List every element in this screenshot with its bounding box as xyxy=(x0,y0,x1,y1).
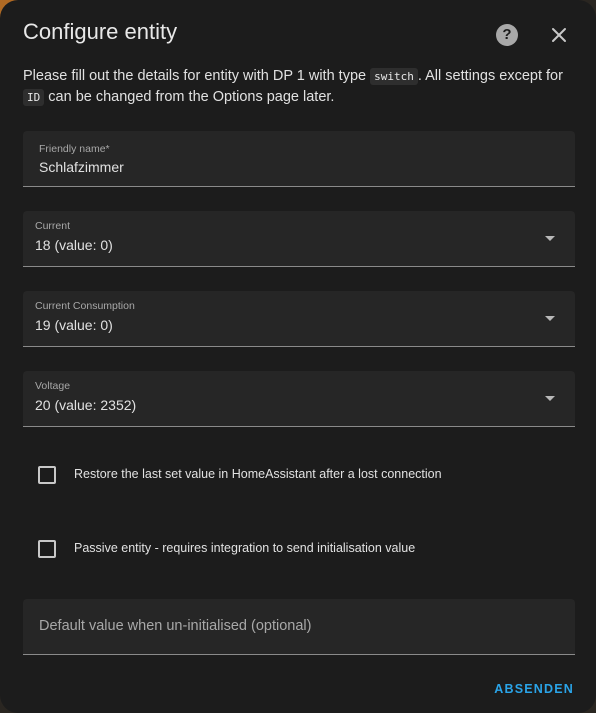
chevron-down-icon xyxy=(545,236,555,241)
current-select[interactable]: Current 18 (value: 0) xyxy=(23,211,575,267)
chevron-down-icon xyxy=(545,316,555,321)
configure-entity-dialog: Configure entity ? Please fill out the d… xyxy=(0,0,596,713)
friendly-name-label: Friendly name* xyxy=(39,143,110,155)
close-icon[interactable] xyxy=(548,24,570,46)
description-text-1: Please fill out the details for entity w… xyxy=(23,68,367,84)
voltage-select[interactable]: Voltage 20 (value: 2352) xyxy=(23,371,575,427)
id-code: ID xyxy=(23,89,45,106)
dialog-title: Configure entity xyxy=(23,19,178,44)
default-value-placeholder: Default value when un-initialised (optio… xyxy=(39,618,312,634)
friendly-name-field[interactable]: Friendly name* Schlafzimmer xyxy=(23,131,575,187)
help-icon[interactable]: ? xyxy=(496,24,518,46)
restore-checkbox[interactable] xyxy=(38,466,56,484)
current-label: Current xyxy=(35,220,71,232)
dialog-description: Please fill out the details for entity w… xyxy=(23,66,578,108)
voltage-value: 20 (value: 2352) xyxy=(35,397,137,413)
submit-button[interactable]: ABSENDEN xyxy=(494,682,574,696)
default-value-input[interactable]: Default value when un-initialised (optio… xyxy=(23,599,575,655)
passive-checkbox[interactable] xyxy=(38,540,56,558)
chevron-down-icon xyxy=(545,396,555,401)
description-text-3: can be changed from the Options page lat… xyxy=(48,89,335,105)
description-text-2: . All settings except for xyxy=(417,68,563,84)
current-value: 18 (value: 0) xyxy=(35,237,113,253)
passive-label: Passive entity - requires integration to… xyxy=(74,541,416,555)
voltage-label: Voltage xyxy=(35,380,71,392)
current-consumption-select[interactable]: Current Consumption 19 (value: 0) xyxy=(23,291,575,347)
type-code: switch xyxy=(370,68,418,85)
current-consumption-value: 19 (value: 0) xyxy=(35,317,113,333)
friendly-name-value: Schlafzimmer xyxy=(39,159,124,175)
current-consumption-label: Current Consumption xyxy=(35,300,135,312)
restore-label: Restore the last set value in HomeAssist… xyxy=(74,467,442,481)
